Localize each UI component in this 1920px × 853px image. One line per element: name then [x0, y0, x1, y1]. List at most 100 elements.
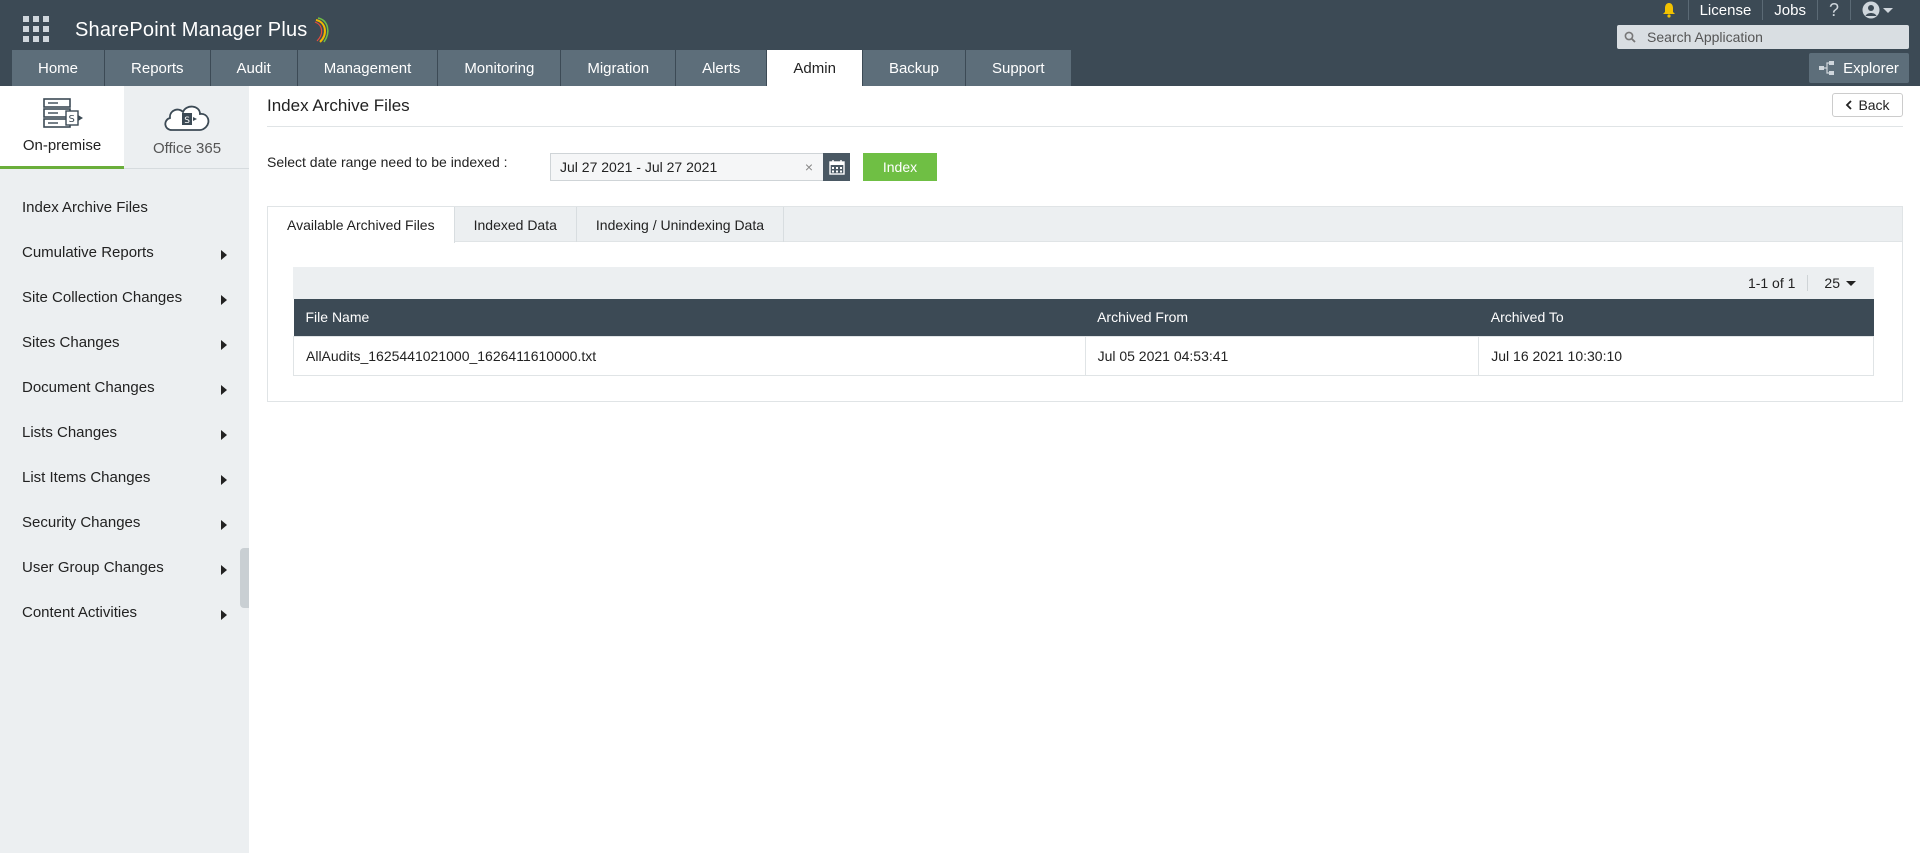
sidebar-item-cumulative-reports[interactable]: Cumulative Reports [0, 230, 249, 275]
chevron-left-icon [1846, 100, 1853, 110]
on-premise-tab[interactable]: S On-premise [0, 86, 124, 169]
top-header: SharePoint Manager Plus License Jobs ? S… [0, 0, 1920, 86]
server-icon: S [43, 98, 83, 128]
tab-alerts[interactable]: Alerts [676, 50, 768, 86]
tab-indexing-unindexing-data[interactable]: Indexing / Unindexing Data [577, 207, 785, 242]
sidebar-item-label: Content Activities [22, 604, 138, 621]
search-box [1617, 25, 1909, 49]
caret-right-icon [221, 249, 227, 260]
per-page-select[interactable]: 25 [1808, 275, 1874, 291]
tab-available-archived-files[interactable]: Available Archived Files [268, 207, 455, 243]
jobs-link[interactable]: Jobs [1763, 0, 1818, 20]
tab-monitoring[interactable]: Monitoring [438, 50, 562, 86]
caret-right-icon [221, 384, 227, 395]
sidebar-collapse-handle[interactable] [240, 548, 249, 608]
sidebar-item-lists-changes[interactable]: Lists Changes [0, 410, 249, 455]
user-menu[interactable] [1851, 0, 1904, 20]
sidebar-item-document-changes[interactable]: Document Changes [0, 365, 249, 410]
tab-home[interactable]: Home [12, 50, 106, 86]
sidebar: S On-premise S Office 365 Index Archive … [0, 86, 249, 853]
caret-right-icon [221, 429, 227, 440]
sidebar-item-label: List Items Changes [22, 469, 151, 486]
date-range-label: Select date range need to be indexed : [267, 154, 508, 170]
tab-migration[interactable]: Migration [561, 50, 677, 86]
sidebar-item-user-group-changes[interactable]: User Group Changes [0, 545, 249, 590]
sidebar-item-site-collection-changes[interactable]: Site Collection Changes [0, 275, 249, 320]
explorer-button[interactable]: Explorer [1809, 53, 1909, 83]
back-button[interactable]: Back [1832, 93, 1903, 117]
archived-files-table-wrap: 1-1 of 1 25 File Name Archived From Arch… [293, 267, 1874, 376]
tab-indexed-data[interactable]: Indexed Data [455, 207, 577, 242]
sidebar-item-label: Index Archive Files [22, 199, 148, 216]
apps-grid-icon[interactable] [23, 16, 49, 42]
clear-icon[interactable]: × [805, 159, 813, 175]
bell-icon [1662, 3, 1675, 18]
tab-management[interactable]: Management [297, 50, 439, 86]
sidebar-item-label: Cumulative Reports [22, 244, 154, 261]
caret-right-icon [221, 339, 227, 350]
archived-files-table: File Name Archived From Archived To AllA… [293, 299, 1874, 376]
pagination-bar: 1-1 of 1 25 [293, 267, 1874, 299]
office-365-label: Office 365 [152, 140, 222, 157]
sidebar-item-label: Document Changes [22, 379, 155, 396]
page-title: Index Archive Files [267, 96, 410, 115]
caret-right-icon [221, 294, 227, 305]
table-header-row: File Name Archived From Archived To [293, 299, 1874, 336]
on-premise-label: On-premise [22, 137, 102, 154]
sidebar-item-label: Sites Changes [22, 334, 120, 351]
date-range-value: Jul 27 2021 - Jul 27 2021 [560, 159, 718, 175]
sidebar-item-label: User Group Changes [22, 559, 164, 576]
main-content: Index Archive Files Back Select date ran… [249, 86, 1920, 853]
page-range: 1-1 of 1 [1736, 275, 1809, 291]
archive-panel: Available Archived Files Indexed Data In… [267, 206, 1903, 402]
notifications-button[interactable] [1650, 0, 1689, 20]
chevron-down-icon [1883, 7, 1893, 13]
app-title: SharePoint Manager Plus [75, 18, 308, 41]
sidebar-menu: Index Archive Files Cumulative Reports S… [0, 185, 249, 635]
subtabs: Available Archived Files Indexed Data In… [268, 207, 1902, 243]
caret-right-icon [221, 474, 227, 485]
date-range-field[interactable]: Jul 27 2021 - Jul 27 2021 × [550, 153, 824, 181]
top-links: License Jobs ? [1650, 0, 1904, 20]
tab-backup[interactable]: Backup [862, 50, 966, 86]
sidebar-item-index-archive-files[interactable]: Index Archive Files [0, 185, 249, 230]
calendar-icon [828, 160, 845, 175]
search-icon [1617, 25, 1643, 49]
sidebar-item-list-items-changes[interactable]: List Items Changes [0, 455, 249, 500]
calendar-button[interactable] [823, 153, 850, 181]
sidebar-item-content-activities[interactable]: Content Activities [0, 590, 249, 635]
column-archived-to[interactable]: Archived To [1478, 299, 1874, 336]
cell-file-name: AllAudits_1625441021000_1626411610000.tx… [293, 335, 1086, 376]
column-file-name[interactable]: File Name [293, 299, 1086, 336]
tab-reports[interactable]: Reports [105, 50, 211, 86]
tab-support[interactable]: Support [965, 50, 1072, 86]
cell-archived-to: Jul 16 2021 10:30:10 [1478, 335, 1874, 376]
office-365-tab[interactable]: S Office 365 [125, 86, 249, 169]
cloud-icon: S [164, 105, 210, 131]
sidebar-item-sites-changes[interactable]: Sites Changes [0, 320, 249, 365]
logo-swoosh-icon [314, 17, 329, 43]
tab-audit[interactable]: Audit [210, 50, 298, 86]
sidebar-item-label: Site Collection Changes [22, 289, 183, 306]
main-nav: Home Reports Audit Management Monitoring… [12, 50, 1072, 86]
svg-text:S: S [69, 114, 75, 125]
tab-admin[interactable]: Admin [767, 50, 863, 86]
table-row[interactable]: AllAudits_1625441021000_1626411610000.tx… [293, 335, 1874, 376]
divider [267, 126, 1903, 127]
user-avatar-icon [1862, 1, 1880, 19]
index-button[interactable]: Index [863, 153, 937, 181]
search-input[interactable] [1643, 29, 1909, 45]
deployment-switch: S On-premise S Office 365 [0, 86, 249, 169]
back-label: Back [1858, 97, 1890, 113]
column-archived-from[interactable]: Archived From [1085, 299, 1479, 336]
help-icon[interactable]: ? [1818, 0, 1851, 20]
svg-text:S: S [184, 116, 190, 126]
sidebar-item-security-changes[interactable]: Security Changes [0, 500, 249, 545]
caret-right-icon [221, 609, 227, 620]
sidebar-item-label: Security Changes [22, 514, 141, 531]
app-logo[interactable]: SharePoint Manager Plus [75, 16, 332, 44]
cell-archived-from: Jul 05 2021 04:53:41 [1084, 335, 1480, 376]
sidebar-item-label: Lists Changes [22, 424, 118, 441]
caret-right-icon [221, 519, 227, 530]
license-link[interactable]: License [1689, 0, 1764, 20]
